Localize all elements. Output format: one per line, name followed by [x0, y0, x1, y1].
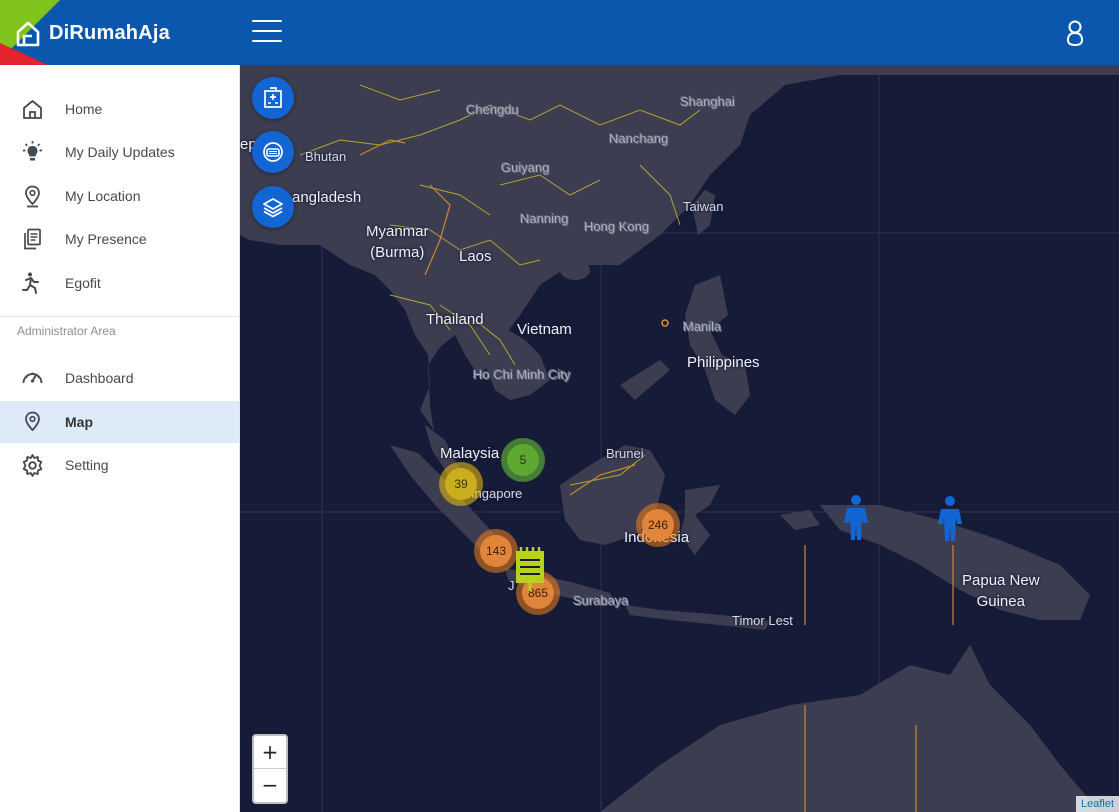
map-view[interactable]: Chengdu Shanghai Nanchang Guiyang Nannin… — [240, 65, 1119, 812]
map-label-vietnam: Vietnam — [517, 321, 572, 338]
map-label-myanmar: Myanmar (Burma) — [366, 223, 429, 261]
cluster-marker[interactable]: 39 — [439, 462, 483, 506]
running-person-icon — [22, 272, 39, 294]
cluster-count: 5 — [507, 444, 539, 476]
hamburger-line — [252, 30, 282, 32]
person-marker-icon[interactable] — [935, 496, 965, 542]
cluster-count: 143 — [480, 535, 512, 567]
hospital-layer-button[interactable] — [252, 77, 294, 119]
location-pin-icon — [25, 411, 40, 432]
mask-layer-button[interactable] — [252, 131, 294, 173]
map-basemap — [240, 65, 1119, 812]
documents-icon — [24, 228, 41, 250]
map-label-laos: Laos — [459, 248, 492, 265]
sidebar-item-label: My Location — [65, 188, 141, 204]
sidebar-item-map[interactable]: Map — [0, 401, 239, 443]
sidebar-item-label: My Daily Updates — [65, 144, 175, 160]
sidebar-item-label: Setting — [65, 457, 109, 473]
map-attribution-link[interactable]: Leaflet — [1075, 796, 1119, 812]
sidebar-item-daily-updates[interactable]: My Daily Updates — [0, 131, 239, 173]
user-profile-icon[interactable] — [1062, 19, 1088, 47]
sidebar-item-label: Egofit — [65, 275, 101, 291]
cluster-count: 39 — [445, 468, 477, 500]
hamburger-line — [252, 40, 282, 42]
map-label-timor: Timor Lest — [732, 613, 793, 628]
map-label-nanchang: Nanchang — [609, 131, 669, 146]
zoom-in-button[interactable]: + — [254, 736, 286, 769]
menu-toggle-button[interactable] — [252, 20, 282, 46]
map-label-thailand: Thailand — [426, 311, 484, 328]
cluster-count: 246 — [642, 509, 674, 541]
sidebar-item-label: Map — [65, 414, 93, 430]
checklist-marker-icon[interactable] — [513, 543, 547, 591]
sidebar-item-home[interactable]: Home — [0, 88, 239, 130]
cluster-marker[interactable]: 246 — [636, 503, 680, 547]
map-label-hongkong: Hong Kong — [584, 219, 650, 234]
map-label-shanghai: Shanghai — [680, 94, 735, 109]
map-label-chengdu: Chengdu — [466, 102, 519, 117]
speedometer-icon — [22, 372, 43, 384]
brand: DiRumahAja — [0, 0, 240, 65]
zoom-control: + − — [252, 734, 288, 804]
home-icon — [23, 100, 42, 119]
cluster-marker[interactable]: 5 — [501, 438, 545, 482]
map-label-nanning: Nanning — [520, 211, 569, 226]
layers-button[interactable] — [252, 186, 294, 228]
map-label-bhutan: Bhutan — [305, 149, 347, 164]
zoom-out-button[interactable]: − — [254, 769, 286, 801]
map-label-surabaya: Surabaya — [573, 593, 629, 608]
top-bar: DiRumahAja — [0, 0, 1119, 65]
map-label-taiwan: Taiwan — [683, 199, 724, 214]
map-label-malaysia: Malaysia — [440, 445, 500, 462]
map-label-ho-chi-minh: Ho Chi Minh City — [473, 367, 571, 382]
gear-icon — [22, 454, 43, 477]
sidebar-item-my-location[interactable]: My Location — [0, 175, 239, 217]
layers-icon — [263, 198, 283, 218]
sidebar-item-egofit[interactable]: Egofit — [0, 262, 239, 304]
sidebar-divider — [0, 316, 239, 317]
house-logo-icon — [16, 21, 40, 47]
cluster-marker[interactable]: 143 — [474, 529, 518, 573]
sidebar-item-label: Dashboard — [65, 370, 134, 386]
map-label-papua: Papua New Guinea — [962, 572, 1040, 610]
hospital-icon — [264, 87, 282, 108]
sidebar: Home My Daily Updates My Location My Pre… — [0, 65, 240, 812]
lightbulb-icon — [23, 141, 42, 161]
sidebar-item-setting[interactable]: Setting — [0, 444, 239, 486]
section-label-admin: Administrator Area — [17, 324, 116, 338]
sidebar-item-dashboard[interactable]: Dashboard — [0, 357, 239, 399]
map-label-manila: Manila — [683, 319, 722, 334]
person-marker-icon[interactable] — [841, 495, 871, 541]
app-title: DiRumahAja — [49, 22, 170, 44]
face-mask-icon — [263, 142, 283, 162]
map-label-brunei: Brunei — [606, 446, 644, 461]
sidebar-item-label: Home — [65, 101, 103, 117]
map-label-bangladesh: angladesh — [292, 189, 362, 206]
sidebar-item-label: My Presence — [65, 231, 147, 247]
map-label-philippines: Philippines — [687, 354, 760, 371]
map-label-guiyang: Guiyang — [501, 160, 550, 175]
sidebar-item-my-presence[interactable]: My Presence — [0, 218, 239, 260]
hamburger-line — [252, 20, 282, 22]
location-pin-icon — [25, 185, 40, 208]
